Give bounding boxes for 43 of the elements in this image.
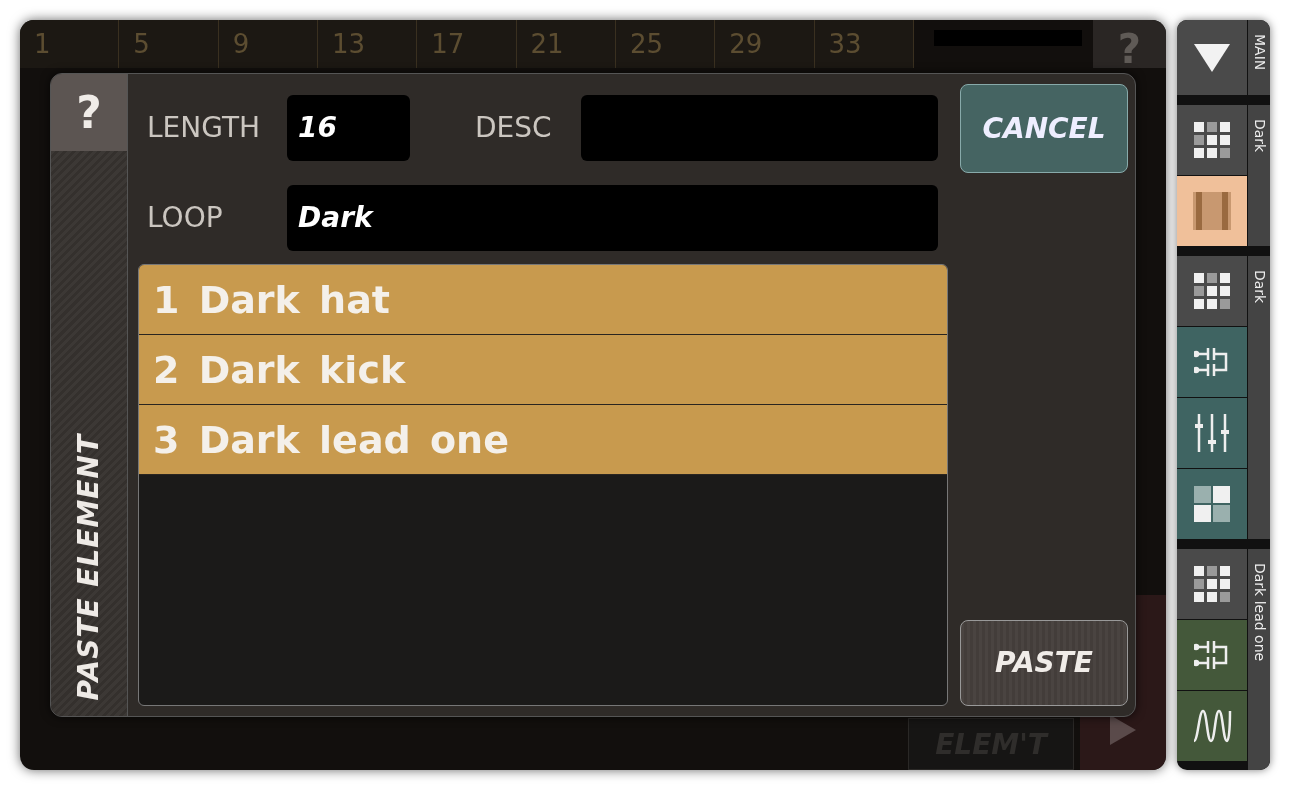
columns-icon [1193,192,1231,230]
dialog-title: PASTE ELEMENT [71,433,106,700]
group-label: MAIN [1250,34,1269,71]
ruler-mark: 33 [814,20,914,68]
wave-icon [1192,707,1232,745]
field-label: LOOP [146,200,224,236]
sidebar-tile[interactable] [1177,256,1247,326]
sidebar-tile[interactable] [1177,620,1247,690]
sliders-icon [1194,414,1230,452]
ruler-mark: 9 [218,20,318,68]
sidebar-tile[interactable] [1177,20,1247,95]
grid-icon [1194,273,1230,309]
grid-icon [1194,566,1230,602]
loop-field[interactable]: Dark [287,185,938,251]
field-label: LENGTH [146,110,262,146]
cancel-button[interactable]: CANCEL [960,84,1128,173]
sidebar-tile[interactable] [1177,469,1247,539]
help-button[interactable]: ? [51,74,127,151]
connector-icon [1194,347,1230,377]
paste-button[interactable]: PASTE [960,620,1128,706]
desc-field[interactable] [581,95,938,161]
group-label: Dark [1250,270,1269,304]
grid-icon [1194,122,1230,158]
sidebar-tile[interactable] [1177,549,1247,619]
ruler-mark: 1 [20,20,120,68]
group-label: Dark [1250,119,1269,153]
field-label: DESC [475,110,553,146]
sidebar-tile[interactable] [1177,398,1247,468]
ruler-mark: 13 [317,20,418,68]
sidebar-tile[interactable] [1177,327,1247,397]
squares-icon [1194,486,1230,522]
ruler-mark: 21 [516,20,616,68]
connector-icon [1194,640,1230,670]
ruler-mark: 5 [119,20,219,68]
ruler-mark: 25 [615,20,716,68]
group-label: Dark lead one [1250,563,1269,662]
ruler-mark: 29 [715,20,815,68]
sidebar-tile[interactable] [1177,176,1247,246]
triangle-down-icon [1194,43,1230,72]
ruler-mark: 17 [417,20,517,68]
sidebar-tile[interactable] [1177,691,1247,761]
sidebar-tile[interactable] [1177,105,1247,175]
length-field[interactable]: 16 [287,95,410,161]
